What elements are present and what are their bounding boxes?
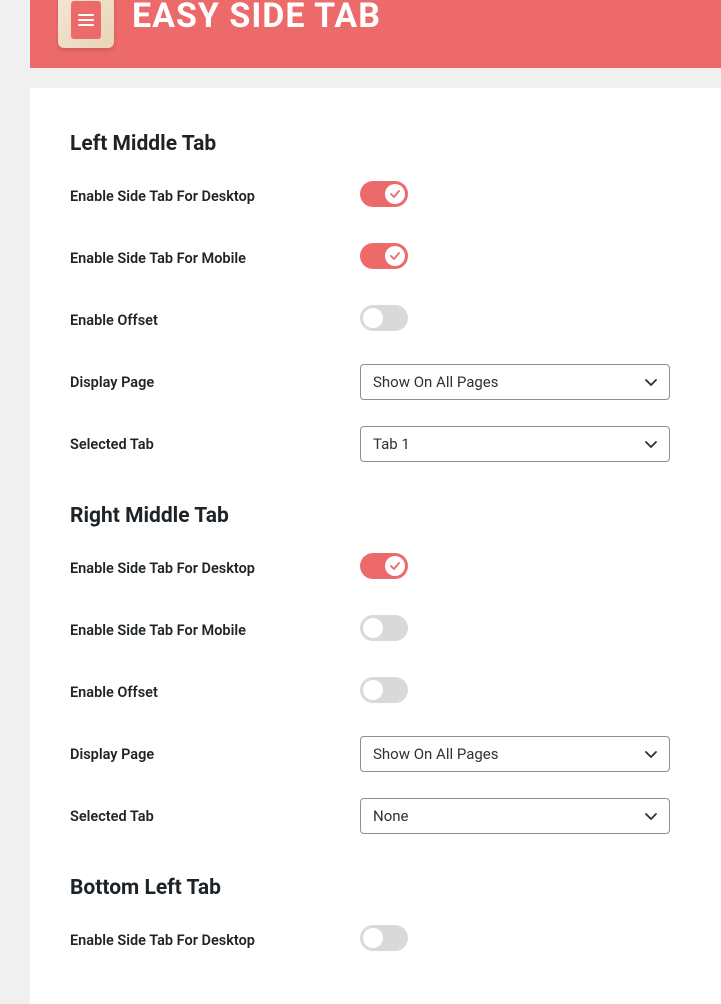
label-right-display-page: Display Page xyxy=(70,746,360,763)
settings-panel: Left Middle Tab Enable Side Tab For Desk… xyxy=(30,88,721,1004)
row-right-enable-desktop: Enable Side Tab For Desktop xyxy=(70,550,681,586)
toggle-left-enable-offset[interactable] xyxy=(360,305,408,331)
row-right-enable-mobile: Enable Side Tab For Mobile xyxy=(70,612,681,648)
label-left-display-page: Display Page xyxy=(70,374,360,391)
select-left-display-page[interactable]: Show On All Pages xyxy=(360,364,670,400)
label-right-enable-desktop: Enable Side Tab For Desktop xyxy=(70,560,360,577)
label-right-enable-mobile: Enable Side Tab For Mobile xyxy=(70,622,360,639)
row-right-display-page: Display Page Show On All Pages xyxy=(70,736,681,772)
page-container: EASY SIDE TAB Left Middle Tab Enable Sid… xyxy=(10,0,721,1004)
check-icon xyxy=(390,561,400,571)
check-icon xyxy=(390,251,400,261)
app-title: EASY SIDE TAB xyxy=(132,0,381,36)
section-title-bottom-left: Bottom Left Tab xyxy=(70,876,681,900)
header-banner: EASY SIDE TAB xyxy=(30,0,721,68)
select-right-selected-tab[interactable]: None xyxy=(360,798,670,834)
toggle-right-enable-offset[interactable] xyxy=(360,677,408,703)
row-left-selected-tab: Selected Tab Tab 1 xyxy=(70,426,681,462)
label-left-selected-tab: Selected Tab xyxy=(70,436,360,453)
row-left-enable-mobile: Enable Side Tab For Mobile xyxy=(70,240,681,276)
toggle-bottom-enable-desktop[interactable] xyxy=(360,925,408,951)
section-title-right-middle: Right Middle Tab xyxy=(70,504,681,528)
row-right-selected-tab: Selected Tab None xyxy=(70,798,681,834)
label-right-selected-tab: Selected Tab xyxy=(70,808,360,825)
row-left-enable-desktop: Enable Side Tab For Desktop xyxy=(70,178,681,214)
toggle-right-enable-mobile[interactable] xyxy=(360,615,408,641)
select-left-selected-tab[interactable]: Tab 1 xyxy=(360,426,670,462)
toggle-left-enable-desktop[interactable] xyxy=(360,181,408,207)
app-logo-icon xyxy=(58,0,114,48)
toggle-left-enable-mobile[interactable] xyxy=(360,243,408,269)
label-left-enable-offset: Enable Offset xyxy=(70,312,360,329)
row-bottom-enable-desktop: Enable Side Tab For Desktop xyxy=(70,922,681,958)
section-title-left-middle: Left Middle Tab xyxy=(70,132,681,156)
label-left-enable-mobile: Enable Side Tab For Mobile xyxy=(70,250,360,267)
toggle-right-enable-desktop[interactable] xyxy=(360,553,408,579)
select-right-display-page[interactable]: Show On All Pages xyxy=(360,736,670,772)
row-left-display-page: Display Page Show On All Pages xyxy=(70,364,681,400)
label-left-enable-desktop: Enable Side Tab For Desktop xyxy=(70,188,360,205)
label-bottom-enable-desktop: Enable Side Tab For Desktop xyxy=(70,932,360,949)
row-left-enable-offset: Enable Offset xyxy=(70,302,681,338)
row-right-enable-offset: Enable Offset xyxy=(70,674,681,710)
label-right-enable-offset: Enable Offset xyxy=(70,684,360,701)
check-icon xyxy=(390,189,400,199)
